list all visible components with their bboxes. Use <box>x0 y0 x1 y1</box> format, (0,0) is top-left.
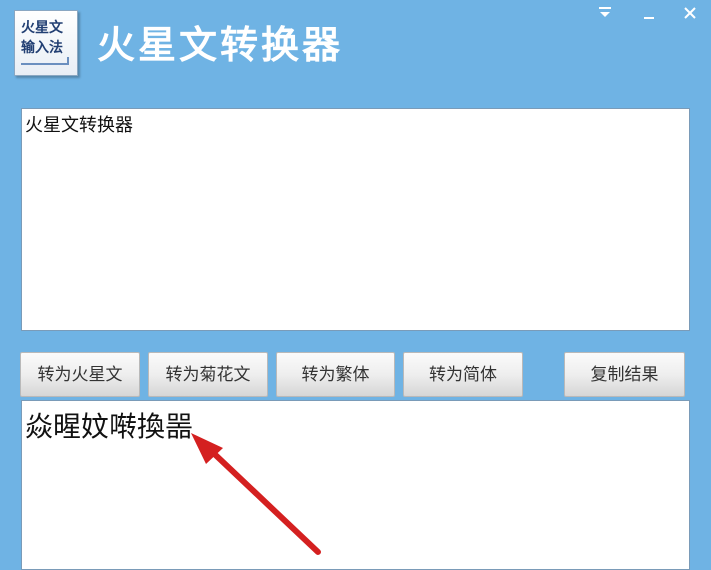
copy-result-button[interactable]: 复制结果 <box>564 352 685 397</box>
convert-to-simplified-button[interactable]: 转为简体 <box>403 352 523 397</box>
app-logo: 火星文 输入法 <box>14 10 78 76</box>
logo-underline <box>21 63 67 65</box>
app-title: 火星文转换器 <box>97 23 344 67</box>
menu-dropdown-icon[interactable] <box>594 2 616 24</box>
logo-line-1: 火星文 <box>21 20 63 36</box>
logo-line-2: 输入法 <box>21 40 63 56</box>
close-icon[interactable] <box>679 2 701 24</box>
convert-to-martian-button[interactable]: 转为火星文 <box>20 352 140 397</box>
logo-cursor-mark <box>67 57 69 65</box>
result-text-output[interactable]: 焱暒妏啭換噐 <box>21 400 690 570</box>
title-bar: 火星文 输入法 火星文转换器 <box>0 0 711 90</box>
convert-to-traditional-button[interactable]: 转为繁体 <box>276 352 395 397</box>
convert-to-chrysanthemum-button[interactable]: 转为菊花文 <box>148 352 268 397</box>
source-text-input[interactable]: 火星文转换器 <box>21 108 690 331</box>
minimize-icon[interactable] <box>638 2 660 24</box>
